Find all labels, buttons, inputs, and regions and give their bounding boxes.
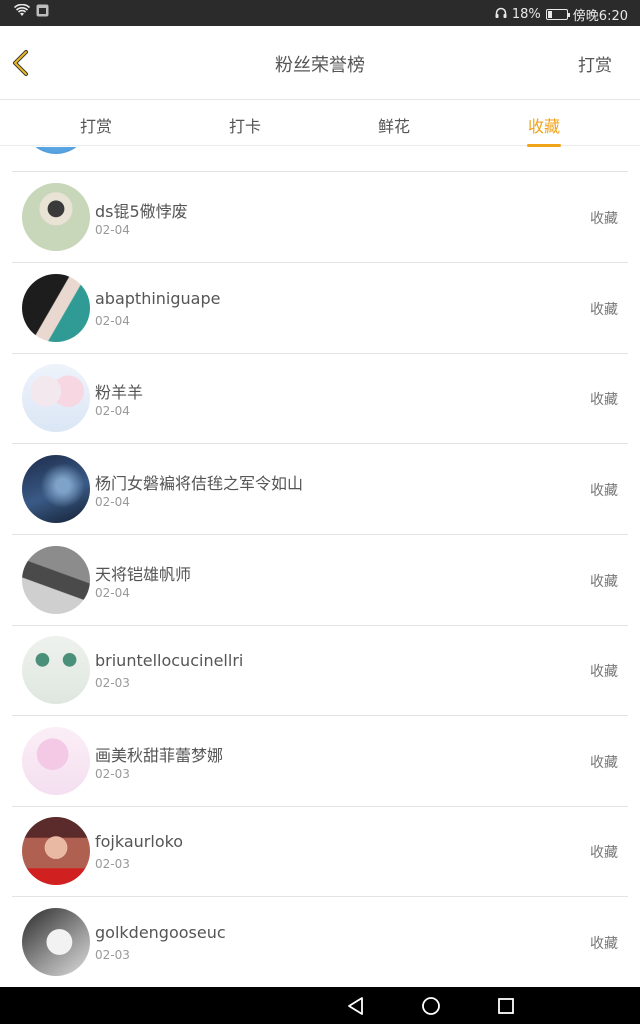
fan-date: 02-03: [95, 857, 130, 871]
notification-icon: [36, 4, 49, 21]
tab-flowers[interactable]: 鲜花: [349, 113, 439, 137]
fan-action: 收藏: [590, 574, 618, 590]
list-item[interactable]: abapthiniguape 02-04 收藏: [0, 263, 640, 354]
avatar: [22, 817, 90, 885]
clock: 傍晚6:20: [572, 9, 628, 24]
fan-name: abapthiniguape: [95, 289, 221, 308]
list-item[interactable]: 粉羊羊 02-04 收藏: [0, 353, 640, 444]
fan-name: 粉羊羊: [95, 383, 144, 402]
system-nav-bar: [0, 987, 640, 1024]
avatar: [22, 908, 90, 976]
app-header: 粉丝荣誉榜 打赏: [0, 26, 640, 100]
nav-back-button[interactable]: [344, 994, 368, 1018]
avatar: [22, 364, 90, 432]
battery-icon: [545, 9, 570, 20]
fan-date: 02-04: [95, 314, 130, 328]
fan-action: 收藏: [590, 664, 618, 680]
fan-action: 收藏: [590, 936, 618, 952]
fan-date: 02-04: [95, 223, 130, 237]
nav-recents-button[interactable]: [494, 994, 518, 1018]
tab-bar: 打赏 打卡 鲜花 收藏: [0, 100, 640, 147]
fan-date: 02-04: [95, 586, 130, 600]
avatar: [22, 147, 90, 154]
tab-label: 打卡: [228, 117, 261, 136]
tab-reward[interactable]: 打赏: [51, 113, 141, 137]
fan-date: 02-04: [95, 404, 130, 418]
fan-name: 画美秋甜菲蕾梦娜: [95, 746, 224, 765]
avatar: [22, 183, 90, 251]
fan-action: 收藏: [590, 845, 618, 861]
fan-action: 收藏: [590, 755, 618, 771]
reward-button[interactable]: 打赏: [578, 51, 612, 76]
avatar: [22, 727, 90, 795]
nav-home-button[interactable]: [419, 994, 443, 1018]
avatar: [22, 636, 90, 704]
fan-date: 02-03: [95, 767, 130, 781]
fan-list[interactable]: ds锟5儆悖废 02-04 收藏 abapthiniguape 02-04 收藏…: [0, 147, 640, 987]
avatar: [22, 455, 90, 523]
tab-label: 鲜花: [377, 117, 410, 136]
list-item[interactable]: briuntellocucinellri 02-03 收藏: [0, 625, 640, 716]
fan-name: golkdengooseuc: [95, 923, 226, 942]
fan-action: 收藏: [590, 483, 618, 499]
fan-action: 收藏: [590, 211, 618, 227]
list-item[interactable]: 天将铠雄帆师 02-04 收藏: [0, 535, 640, 626]
triangle-back-icon: [348, 997, 363, 1015]
list-item[interactable]: fojkaurloko 02-03 收藏: [0, 806, 640, 897]
avatar: [22, 274, 90, 342]
list-item[interactable]: 画美秋甜菲蕾梦娜 02-03 收藏: [0, 716, 640, 807]
fan-name: briuntellocucinellri: [95, 651, 244, 670]
fan-action: 收藏: [590, 392, 618, 408]
fan-name: ds锟5儆悖废: [95, 202, 188, 221]
tab-checkin[interactable]: 打卡: [200, 113, 290, 137]
battery-percent: 18%: [511, 7, 541, 22]
status-bar: 18% 傍晚6:20: [0, 0, 640, 26]
wifi-icon: [13, 3, 31, 21]
fan-date: 02-04: [95, 495, 130, 509]
fan-name: 杨门女磐褊将佶毪之军令如山: [95, 474, 304, 493]
tab-label: 收藏: [527, 117, 560, 136]
tab-favorites[interactable]: 收藏: [499, 113, 589, 147]
circle-home-icon: [422, 997, 440, 1015]
headphone-icon: [495, 7, 507, 23]
tab-label: 打赏: [79, 117, 112, 136]
fan-name: fojkaurloko: [95, 832, 184, 851]
square-recents-icon: [498, 998, 514, 1014]
list-item[interactable]: 杨门女磐褊将佶毪之军令如山 02-04 收藏: [0, 444, 640, 535]
list-item[interactable]: golkdengooseuc 02-03 收藏: [0, 897, 640, 987]
page-title: 粉丝荣誉榜: [275, 55, 365, 76]
avatar: [22, 546, 90, 614]
fan-date: 02-03: [95, 676, 130, 690]
fan-action: 收藏: [590, 302, 618, 318]
list-item[interactable]: ds锟5儆悖废 02-04 收藏: [0, 172, 640, 263]
fan-name: 天将铠雄帆师: [95, 565, 192, 584]
fan-date: 02-03: [95, 948, 130, 962]
